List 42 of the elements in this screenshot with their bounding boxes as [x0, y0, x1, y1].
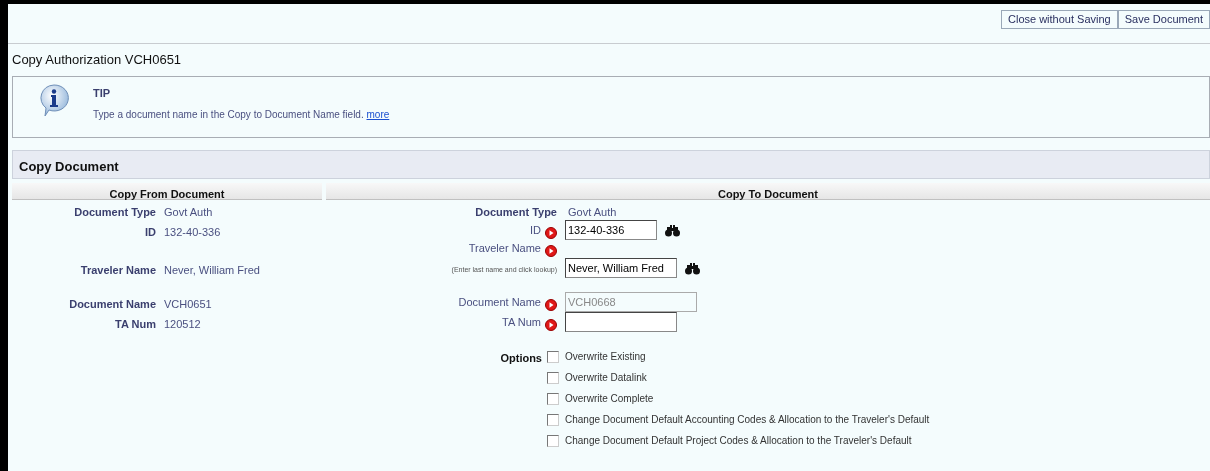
field-value: VCH0651	[164, 297, 212, 310]
tip-title: TIP	[93, 85, 112, 101]
field-label: ID	[145, 225, 156, 238]
checkbox[interactable]	[547, 392, 559, 405]
input-field[interactable]: Never, William Fred	[565, 258, 677, 278]
field-value: 132-40-336	[164, 225, 221, 238]
field-label: Document Type	[74, 205, 156, 218]
options-label: Options	[500, 352, 542, 364]
field-value: Never, William Fred	[164, 263, 260, 276]
input-field[interactable]: 132-40-336	[565, 220, 657, 240]
field-label: TA Num	[502, 315, 541, 328]
toolbar-button[interactable]: Close without Saving	[1001, 10, 1118, 29]
section-header: Copy Document	[12, 149, 1210, 179]
field-label: Traveler Name	[468, 242, 541, 254]
checkbox-label: Change Document Default Project Codes & Allocation to the Traveler's Default	[565, 434, 912, 448]
binoculars-icon[interactable]	[665, 223, 680, 237]
column-header: Copy From Document	[12, 182, 322, 200]
field-label: ID	[530, 223, 541, 236]
info-icon	[37, 82, 71, 117]
input-field[interactable]	[565, 312, 677, 332]
checkbox[interactable]	[547, 371, 559, 384]
checkbox-label: Change Document Default Accounting Codes & Allocation to the Traveler's Default	[565, 413, 930, 427]
field-label: Document Name	[458, 295, 541, 308]
tip-text: Type a document name in the Copy to Document Name field. more	[93, 108, 390, 122]
field-label: Document Type	[475, 205, 557, 218]
binoculars-icon[interactable]	[685, 261, 700, 275]
checkbox-label: Overwrite Datalink	[565, 371, 647, 385]
field-value: 120512	[164, 317, 201, 330]
toolbar-button[interactable]: Save Document	[1117, 10, 1210, 29]
checkbox[interactable]	[547, 413, 559, 426]
field-label: Document Name	[69, 297, 156, 310]
checkbox[interactable]	[547, 434, 559, 447]
checkbox-label: Overwrite Complete	[565, 392, 654, 406]
field-value: Govt Auth	[164, 205, 213, 218]
field-label: TA Num	[115, 317, 156, 330]
page-title: Copy Authorization VCH0651	[11, 51, 183, 69]
checkbox[interactable]	[547, 350, 559, 363]
checkbox-label: Overwrite Existing	[565, 350, 646, 364]
more-link[interactable]: more	[366, 109, 390, 120]
column-header: Copy To Document	[326, 182, 1210, 200]
field-value: Govt Auth	[568, 204, 617, 220]
field-label: Traveler Name	[80, 263, 156, 276]
